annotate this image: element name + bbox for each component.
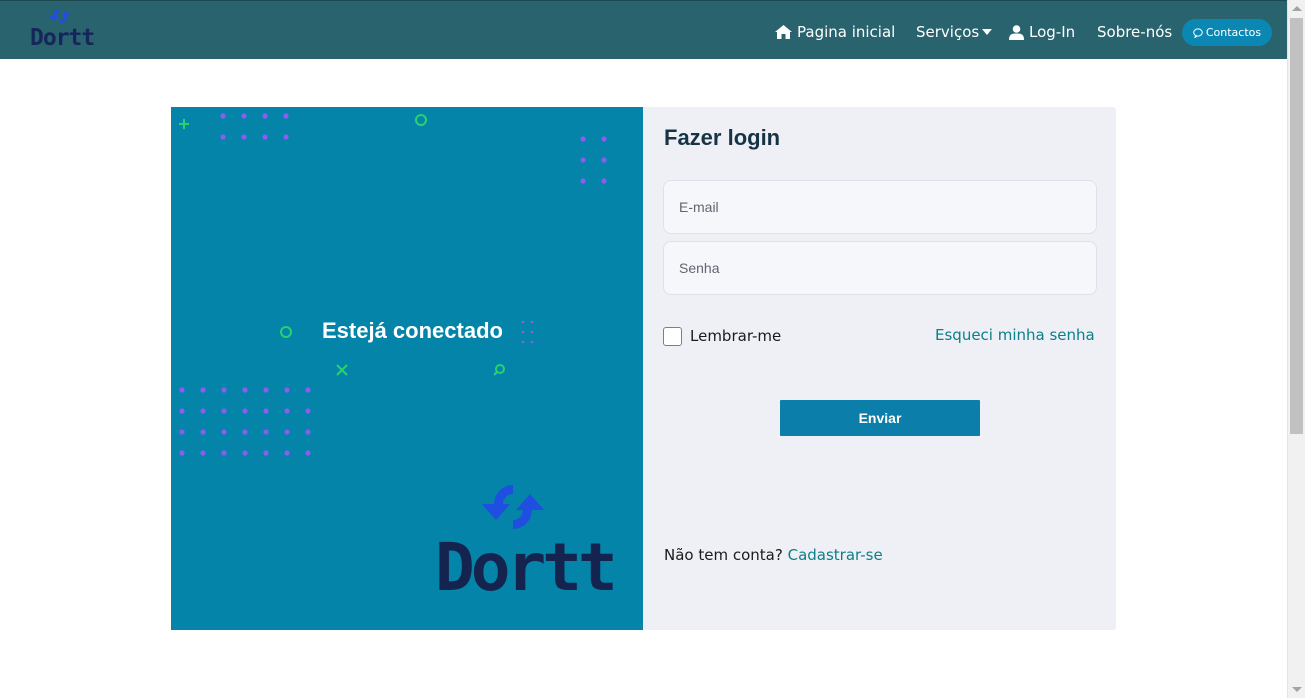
scroll-up-arrow-icon[interactable] <box>1292 6 1302 11</box>
remember-me-label: Lembrar-me <box>690 327 782 345</box>
contact-button[interactable]: Contactos <box>1182 19 1272 46</box>
nav-home-label: Pagina inicial <box>797 23 896 41</box>
panel-logo: Dortt <box>435 483 618 603</box>
sync-logo-icon <box>49 9 71 23</box>
home-icon <box>775 25 792 39</box>
nav-about-link[interactable]: Sobre-nós <box>1097 20 1172 44</box>
submit-button[interactable]: Enviar <box>780 400 980 436</box>
password-field[interactable] <box>663 241 1097 295</box>
welcome-panel: Estejá conectado Dortt <box>171 107 643 630</box>
signup-prompt: Não tem conta? Cadastrar-se <box>664 546 883 564</box>
nav-services-dropdown[interactable]: Serviços <box>916 20 993 44</box>
form-title: Fazer login <box>664 125 781 150</box>
signup-link[interactable]: Cadastrar-se <box>788 546 883 564</box>
welcome-title: Estejá conectado <box>322 318 503 343</box>
email-field[interactable] <box>663 180 1097 234</box>
nav-home-link[interactable]: Pagina inicial <box>775 20 895 44</box>
nav-login-link[interactable]: Log-In <box>1009 20 1075 44</box>
contact-label: Contactos <box>1205 26 1262 39</box>
navbar: Dortt Pagina inicial Serviços Log-In Sob… <box>0 0 1287 59</box>
nav-about-label: Sobre-nós <box>1097 23 1173 41</box>
nav-services-label: Serviços <box>916 23 980 41</box>
user-icon <box>1009 24 1024 40</box>
sync-logo-icon <box>482 485 544 529</box>
panel-logo-text: Dortt <box>435 529 618 606</box>
caret-down-icon <box>982 29 993 35</box>
nav-login-label: Log-In <box>1029 23 1076 41</box>
brand-logo[interactable]: Dortt <box>30 5 95 53</box>
chat-icon <box>1193 27 1203 38</box>
login-form: Fazer login Lembrar-me Esqueci minha sen… <box>643 107 1116 630</box>
remember-me-checkbox[interactable]: Lembrar-me <box>663 325 781 347</box>
brand-name: Dortt <box>30 25 95 51</box>
no-account-text: Não tem conta? <box>664 546 783 564</box>
forgot-password-link[interactable]: Esqueci minha senha <box>935 326 1095 344</box>
checkbox-box[interactable] <box>663 326 682 346</box>
page-scrollbar[interactable] <box>1287 0 1305 698</box>
scroll-down-arrow-icon[interactable] <box>1292 687 1302 692</box>
scroll-thumb[interactable] <box>1290 18 1303 434</box>
